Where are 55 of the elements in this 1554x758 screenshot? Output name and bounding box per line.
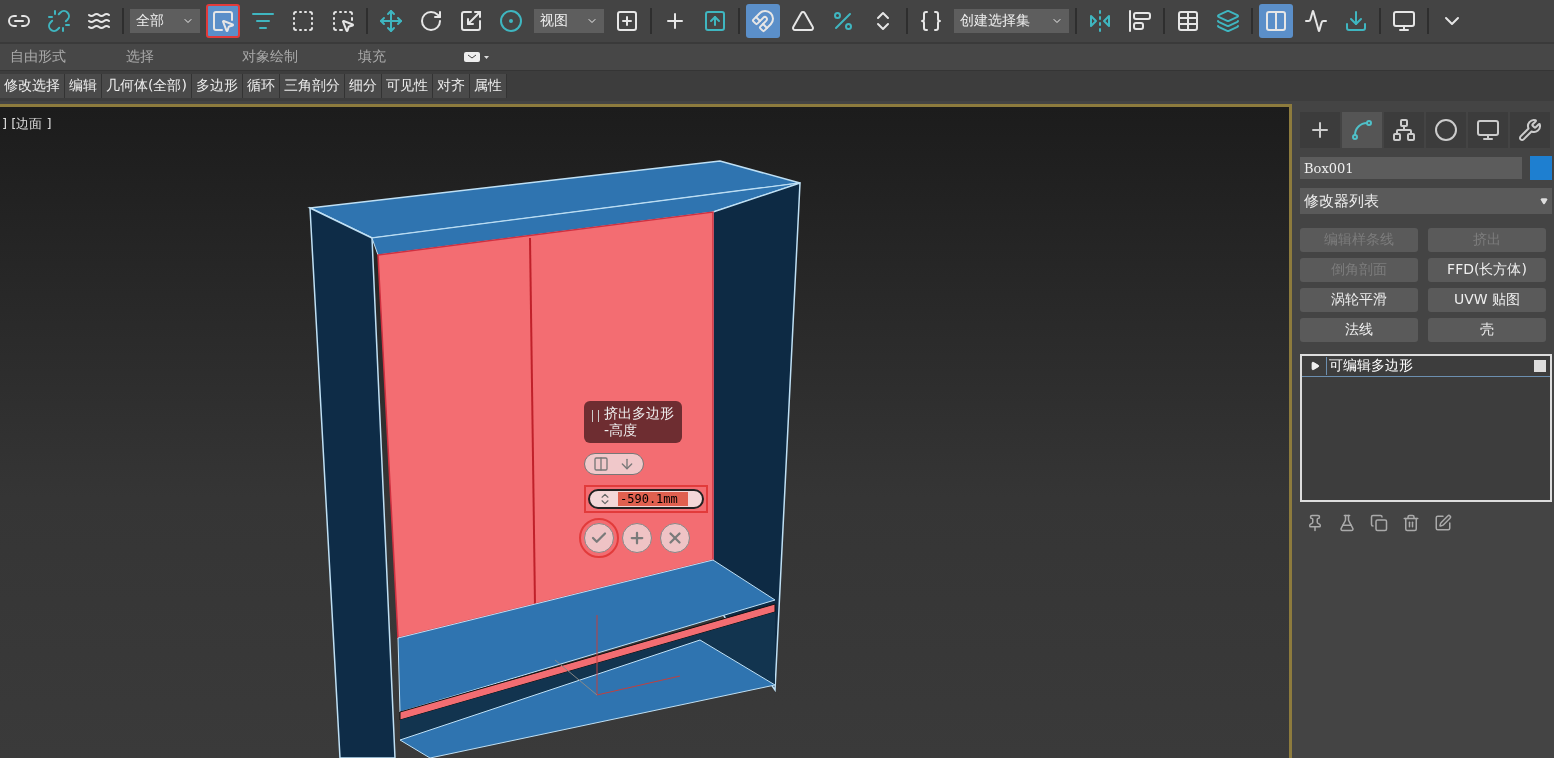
modifier-list-dropdown[interactable]: 修改器列表	[1300, 188, 1552, 214]
dropdown[interactable]: 创建选择集	[954, 9, 1069, 33]
caddy-options[interactable]	[584, 453, 644, 475]
object-name-field[interactable]: Box001	[1300, 157, 1522, 179]
ribbon-tab[interactable]: 自由形式	[0, 48, 116, 66]
ribbon-button[interactable]: 循环	[242, 74, 280, 98]
copy-icon[interactable]	[1370, 514, 1388, 532]
circle-tab[interactable]	[1426, 112, 1466, 148]
monitor-tab[interactable]	[1468, 112, 1508, 148]
plus-tab[interactable]	[1300, 112, 1340, 148]
wrench-tab[interactable]	[1510, 112, 1550, 148]
ribbon-button[interactable]: 修改选择	[0, 74, 65, 98]
ribbon-tab[interactable]: 填充	[348, 48, 464, 66]
edit-icon[interactable]	[1434, 514, 1452, 532]
ribbon-button[interactable]: 属性	[469, 74, 507, 98]
curve-tab[interactable]	[1342, 112, 1382, 148]
hierarchy-icon[interactable]	[1392, 118, 1416, 142]
triangle-down-icon[interactable]	[1540, 197, 1548, 205]
trash-icon[interactable]	[1402, 514, 1420, 532]
caddy-title: 挤出多边形 -高度	[584, 401, 682, 443]
dropdown-arrow-icon[interactable]	[464, 51, 490, 63]
modifier-button[interactable]: 涡轮平滑	[1300, 288, 1418, 312]
circle-icon[interactable]	[1434, 118, 1458, 142]
test-tube-icon[interactable]	[1338, 514, 1356, 532]
height-field[interactable]: -590.1mm	[588, 489, 704, 509]
monitor-icon[interactable]	[1476, 118, 1500, 142]
arrow-down-icon[interactable]	[619, 456, 635, 472]
ribbon-button[interactable]: 细分	[344, 74, 382, 98]
object-color-swatch[interactable]	[1530, 156, 1552, 180]
ribbon-button[interactable]: 对齐	[432, 74, 470, 98]
viewport[interactable]: ] [边面 ] 挤出多边形 -高度 -590.1mm	[0, 104, 1292, 758]
triangle-icon[interactable]	[1310, 361, 1320, 371]
toggle-square-icon[interactable]	[1534, 360, 1546, 372]
columns-icon[interactable]	[593, 456, 609, 472]
ribbon-button[interactable]: 编辑	[65, 74, 102, 98]
ribbon-tab[interactable]: 选择	[116, 48, 232, 66]
close-icon[interactable]	[666, 529, 684, 547]
modifier-button[interactable]: 法线	[1300, 318, 1418, 342]
ribbon-button[interactable]: 三角剖分	[279, 74, 345, 98]
ribbon-button[interactable]: 几何体(全部)	[102, 74, 192, 98]
stack-item[interactable]: 可编辑多边形	[1302, 356, 1550, 377]
wrench-icon[interactable]	[1518, 118, 1542, 142]
ribbon-tab[interactable]: 对象绘制	[232, 48, 348, 66]
viewport-label[interactable]: ] [边面 ]	[2, 115, 52, 133]
curve-icon[interactable]	[1350, 118, 1374, 142]
grip-icon[interactable]	[592, 410, 599, 422]
dropdown[interactable]: 全部	[130, 9, 200, 33]
modifier-button[interactable]: UVW 贴图	[1428, 288, 1546, 312]
ribbon-button[interactable]: 可见性	[381, 74, 433, 98]
hierarchy-tab[interactable]	[1384, 112, 1424, 148]
pin-icon[interactable]	[1306, 514, 1324, 532]
modifier-button[interactable]: FFD(长方体)	[1428, 258, 1546, 282]
dropdown[interactable]: 视图	[534, 9, 604, 33]
ribbon-button[interactable]: 多边形	[191, 74, 243, 98]
modifier-button[interactable]: 壳	[1428, 318, 1546, 342]
